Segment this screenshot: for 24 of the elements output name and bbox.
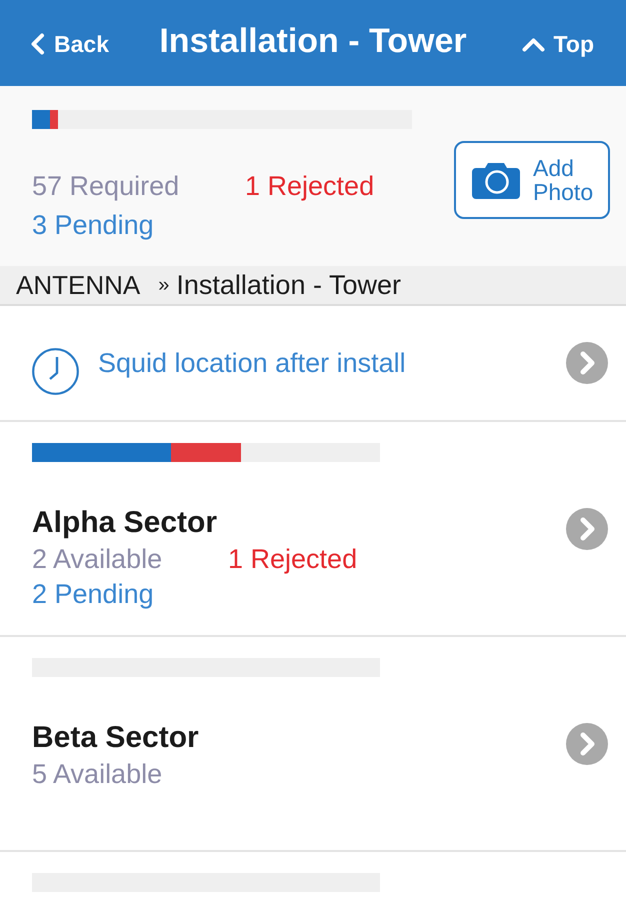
status-count: 57 Required (32, 170, 180, 203)
sector-title: Alpha Sector (32, 508, 218, 538)
chevron-left-icon (30, 33, 45, 56)
breadcrumb-link[interactable]: ANTENNA (16, 266, 140, 304)
status-count: 3 Pending (32, 209, 155, 242)
chevron-right-icon (566, 342, 608, 384)
status-count: 2 Pending (32, 578, 155, 611)
clock-icon (32, 348, 79, 394)
breadcrumb-separator: » (158, 273, 170, 298)
camera-icon (472, 161, 520, 199)
breadcrumb-current: Installation - Tower (176, 268, 401, 302)
status-count: 2 Available (32, 543, 164, 576)
chevron-right-icon (566, 723, 608, 765)
caret-up-icon (522, 36, 545, 52)
top-button[interactable]: Top (522, 27, 594, 62)
status-count: 1 Rejected (228, 543, 358, 576)
page-title: Installation - Tower (159, 20, 467, 62)
status-count: 1 Rejected (245, 170, 376, 203)
task-label: Squid location after install (98, 346, 406, 380)
add-photo-button[interactable]: Add Photo (454, 141, 610, 219)
chevron-right-icon (566, 508, 608, 550)
sector-title: Beta Sector (32, 723, 200, 753)
back-button[interactable]: Back (30, 27, 109, 62)
status-count: 5 Available (32, 758, 164, 791)
